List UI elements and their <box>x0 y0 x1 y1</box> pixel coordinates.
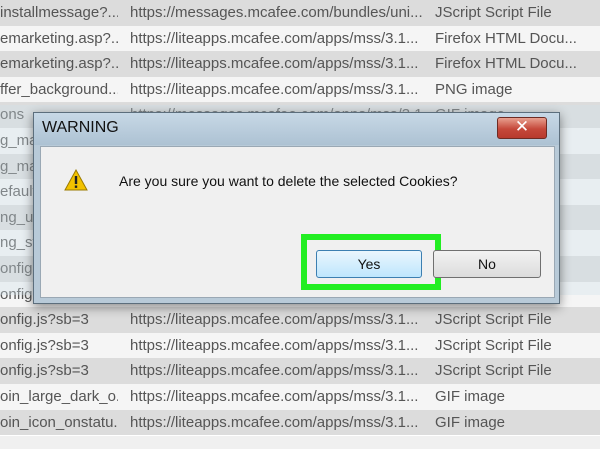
cookie-name-cell: onfig.js?sb=3 <box>0 362 89 380</box>
cookie-name-cell: installmessage?... <box>0 4 118 21</box>
list-item[interactable]: oin_icon_onstatu... https://liteapps.mcaf… <box>0 409 600 437</box>
cookie-name-cell: onfig.js?sb=3 <box>0 311 89 329</box>
cookie-type-cell: JScript Script File <box>435 311 552 329</box>
cookie-type-cell: JScript Script File <box>435 4 552 21</box>
list-item[interactable]: installmessage?... https://messages.mcafe… <box>0 0 600 27</box>
cookie-name-cell: oin_icon_onstatu... <box>0 413 118 431</box>
cookie-type-cell: JScript Script File <box>435 362 552 380</box>
list-item[interactable]: ffer_background... https://liteapps.mcafe… <box>0 76 600 104</box>
cookie-url-cell: https://liteapps.mcafee.com/apps/mss/3.1… <box>130 29 419 47</box>
no-button[interactable]: No <box>433 250 541 278</box>
cookie-url-cell: https://liteapps.mcafee.com/apps/mss/3.1… <box>130 388 419 405</box>
cookie-url-cell: https://liteapps.mcafee.com/apps/mss/3.1… <box>130 336 419 354</box>
cookie-url-cell: https://liteapps.mcafee.com/apps/mss/3.1… <box>130 55 419 73</box>
dialog-content: Are you sure you want to delete the sele… <box>40 146 555 298</box>
warning-dialog: WARNING ✕ Are you sure you want to delet… <box>33 112 560 304</box>
cookie-name-cell: onfig.js?sb=3 <box>0 336 89 354</box>
cookie-name-cell: emarketing.asp?... <box>0 55 118 73</box>
cookie-name-cell: oin_large_dark_o... <box>0 388 118 405</box>
dialog-title: WARNING <box>42 119 119 136</box>
cookie-url-cell: https://liteapps.mcafee.com/apps/mss/3.1… <box>130 80 419 98</box>
cookie-name-cell: ffer_background... <box>0 80 118 98</box>
dialog-titlebar[interactable]: WARNING ✕ <box>34 113 559 145</box>
cookie-type-cell: Firefox HTML Docu... <box>435 55 577 73</box>
list-item[interactable]: emarketing.asp?... https://liteapps.mcafe… <box>0 51 600 78</box>
list-item[interactable]: oin_large_dark_o... https://liteapps.mcaf… <box>0 384 600 411</box>
close-button[interactable]: ✕ <box>497 117 547 139</box>
list-item[interactable]: emarketing.asp?... https://liteapps.mcafe… <box>0 25 600 53</box>
list-item[interactable]: onfig.js?sb=3 https://liteapps.mcafee.com… <box>0 358 600 385</box>
warning-icon <box>64 169 88 191</box>
cookie-name-cell: emarketing.asp?... <box>0 29 118 47</box>
cookie-type-cell: JScript Script File <box>435 336 552 354</box>
list-item[interactable]: onfig.js?sb=3 https://liteapps.mcafee.com… <box>0 332 600 360</box>
dialog-message: Are you sure you want to delete the sele… <box>119 173 458 189</box>
cookie-url-cell: https://messages.mcafee.com/bundles/uni.… <box>130 4 422 21</box>
cookie-type-cell: GIF image <box>435 413 506 431</box>
list-item[interactable]: onfig.js?sb=3 https://liteapps.mcafee.com… <box>0 307 600 334</box>
cookie-type-cell: Firefox HTML Docu... <box>435 29 577 47</box>
yes-button[interactable]: Yes <box>316 250 422 278</box>
cookie-url-cell: https://liteapps.mcafee.com/apps/mss/3.1… <box>130 362 419 380</box>
cookie-url-cell: https://liteapps.mcafee.com/apps/mss/3.1… <box>130 413 419 431</box>
cookie-type-cell: PNG image <box>435 80 513 98</box>
cookie-url-cell: https://liteapps.mcafee.com/apps/mss/3.1… <box>130 311 419 329</box>
cookie-type-cell: GIF image <box>435 388 506 405</box>
